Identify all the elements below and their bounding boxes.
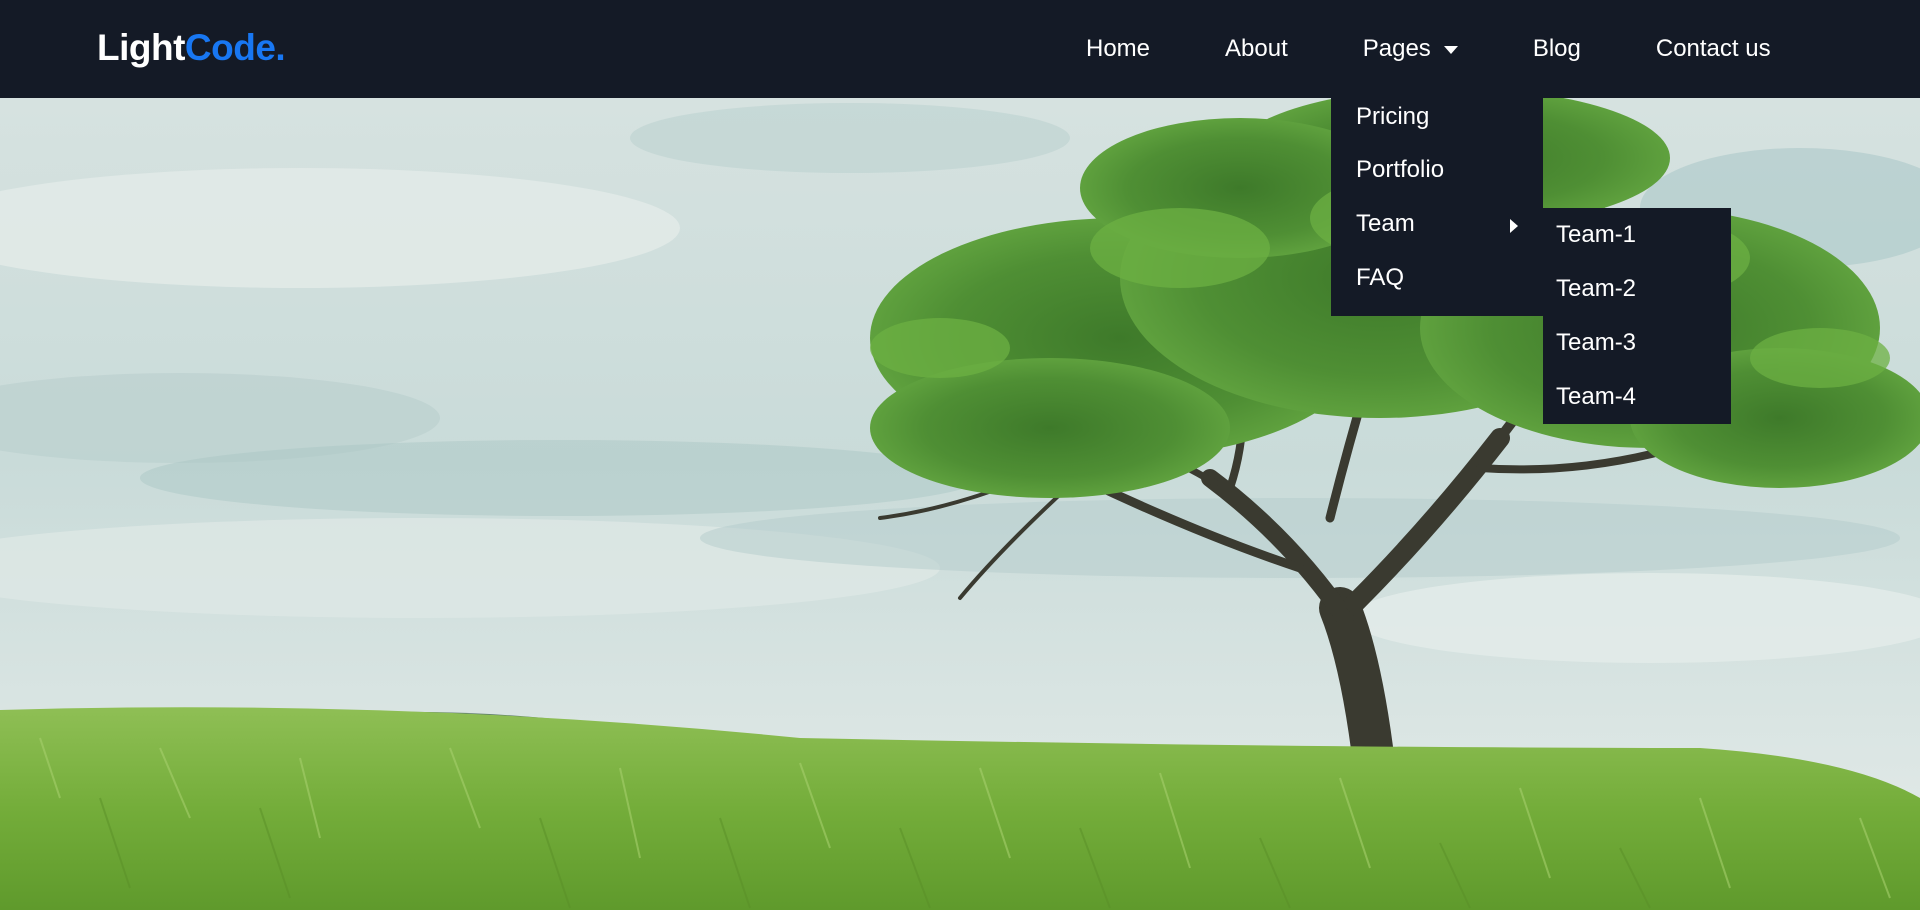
nav-item-contact[interactable]: Contact us — [1656, 0, 1771, 98]
nav-item-pages[interactable]: Pages — [1363, 0, 1458, 98]
dropdown-item-label: FAQ — [1356, 264, 1405, 291]
nav-item-home[interactable]: Home — [1086, 0, 1150, 98]
brand-name-part2: Code. — [184, 27, 286, 68]
nav-item-label: Pages — [1362, 35, 1431, 62]
submenu-item-team-4[interactable]: Team-4 — [1543, 370, 1731, 424]
dropdown-item-team[interactable]: Team — [1331, 206, 1543, 260]
nav-item-blog[interactable]: Blog — [1533, 0, 1581, 98]
nav-item-label: Contact us — [1655, 35, 1771, 62]
brand-name-part1: Light — [97, 27, 185, 68]
page: LightCode. Home About Pages Blog Contact… — [0, 0, 1920, 910]
nav-item-about[interactable]: About — [1225, 0, 1288, 98]
submenu-item-label: Team-2 — [1556, 275, 1637, 302]
caret-right-icon — [1510, 219, 1518, 233]
submenu-item-label: Team-4 — [1556, 383, 1637, 410]
submenu-item-team-3[interactable]: Team-3 — [1543, 316, 1731, 370]
dropdown-item-pricing[interactable]: Pricing — [1331, 98, 1543, 152]
dropdown-item-label: Pricing — [1356, 103, 1430, 130]
submenu-item-label: Team-3 — [1556, 329, 1637, 356]
submenu-item-team-1[interactable]: Team-1 — [1543, 208, 1731, 262]
brand-logo[interactable]: LightCode. — [97, 26, 286, 70]
submenu-item-team-2[interactable]: Team-2 — [1543, 262, 1731, 316]
nav-menu: Home About Pages Blog Contact us — [1086, 0, 1771, 98]
pages-dropdown-menu: Pricing Portfolio Team FAQ — [1331, 98, 1543, 316]
navbar: LightCode. Home About Pages Blog Contact… — [0, 0, 1920, 98]
nav-item-label: Home — [1086, 35, 1151, 62]
dropdown-item-faq[interactable]: FAQ — [1331, 260, 1543, 314]
nav-item-label: About — [1225, 35, 1288, 62]
team-submenu: Team-1 Team-2 Team-3 Team-4 — [1543, 208, 1731, 424]
dropdown-item-label: Portfolio — [1356, 156, 1445, 183]
dropdown-item-label: Team — [1356, 210, 1415, 237]
nav-item-label: Blog — [1532, 35, 1581, 62]
dropdown-item-portfolio[interactable]: Portfolio — [1331, 152, 1543, 206]
submenu-item-label: Team-1 — [1556, 221, 1637, 248]
chevron-down-icon — [1443, 46, 1458, 54]
